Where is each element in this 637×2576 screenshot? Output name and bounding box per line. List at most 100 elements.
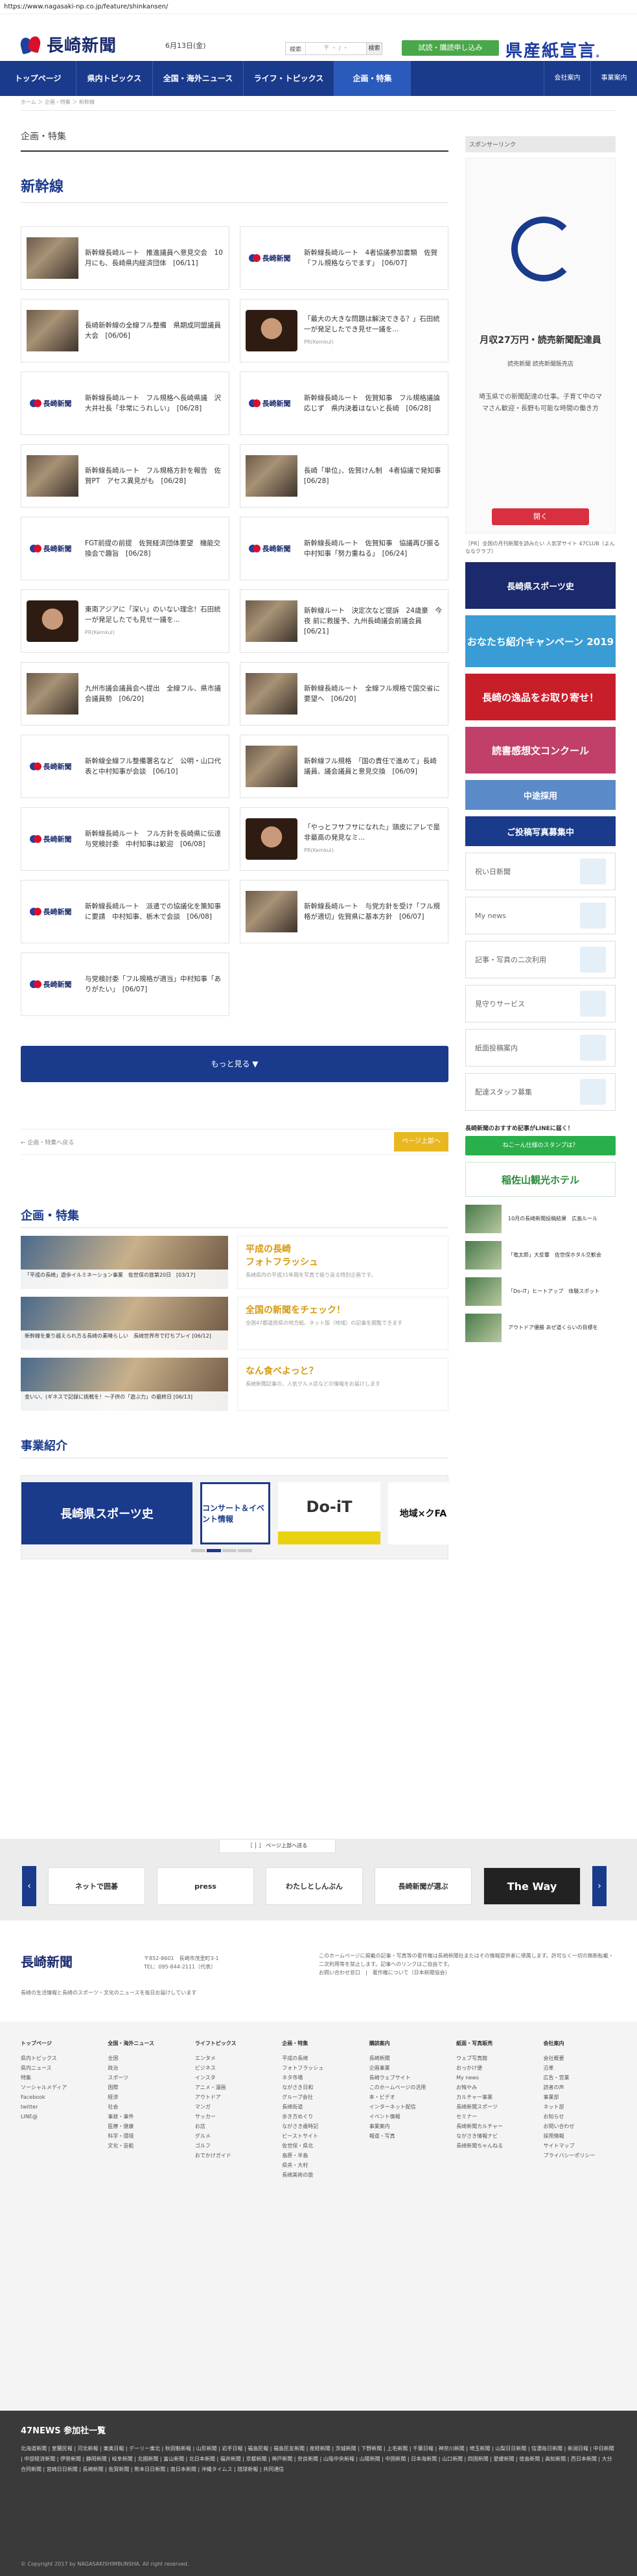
footer-link[interactable]: 長崎美術の旅 <box>282 2170 354 2180</box>
footer-link[interactable]: 科学・環境 <box>108 2131 180 2141</box>
band-control[interactable]: ［ │ ］ ページ上部へ送る <box>219 1839 336 1853</box>
footer-link[interactable]: アウトドア <box>195 2092 268 2102</box>
footer-link[interactable]: このホームページの活用 <box>369 2083 442 2092</box>
footer-link[interactable]: エンタメ <box>195 2053 268 2063</box>
chevron-left-icon[interactable]: ‹ <box>22 1866 36 1906</box>
pr-note[interactable]: ［PR］全国の月刊新聞を読みたい 人気学サイト 47CLUB（よんななクラブ） <box>465 540 616 556</box>
partner-banner[interactable]: 長崎新聞が選ぶ <box>375 1867 472 1905</box>
footer-link[interactable]: 長崎新聞 <box>369 2053 442 2063</box>
footer-link[interactable]: twitter <box>21 2102 93 2112</box>
footer-column-head[interactable]: トップページ <box>21 2038 93 2048</box>
article-card[interactable]: 新幹線フル規格 「国の責任で進めて」長崎議員、議会議員と意見交換 [06/09] <box>240 735 448 798</box>
article-card[interactable]: 新幹線長崎ルート 全線フル規格で国交省に要望へ [06/20] <box>240 662 448 726</box>
footer-link[interactable]: 特集 <box>21 2073 93 2083</box>
banner-products[interactable]: 長崎の逸品をお取り寄せ！ <box>465 674 616 720</box>
footer-link[interactable]: グループ会社 <box>282 2092 354 2102</box>
footer-link[interactable]: 広告・営業 <box>544 2073 616 2083</box>
footer-link[interactable]: 平成の長崎 <box>282 2053 354 2063</box>
footer-link[interactable]: 県央・大村 <box>282 2160 354 2170</box>
carousel-dot[interactable] <box>191 1549 205 1552</box>
footer-link[interactable]: 長崎新聞ちゃんねる <box>456 2141 529 2151</box>
article-card[interactable]: 新幹線長崎ルート フル規格方針を報告 佐賀PT アセス異見がも [06/28] <box>21 444 229 508</box>
article-card[interactable]: 長崎「単位」、佐賀けん制 4者協議で発知事 [06/28] <box>240 444 448 508</box>
carousel-dot[interactable] <box>207 1549 221 1552</box>
article-card[interactable]: 長崎新幹線の全線フル整備 県期成同盟議員大会 [06/06] <box>21 299 229 362</box>
footer-link[interactable]: イベント情報 <box>369 2112 442 2121</box>
search-input[interactable]: 〒 ・ / ・ <box>305 43 366 54</box>
article-card[interactable]: 新幹線ルート 決定次など提訴 24歳豪 今夜 前に救援予、九州長崎議会前議会員 … <box>240 589 448 653</box>
footer-link[interactable]: サイトマップ <box>544 2141 616 2151</box>
slide-concert[interactable]: コンサート＆イベント情報 <box>200 1482 270 1544</box>
hotel-banner[interactable]: 稲佐山観光ホテル <box>465 1162 616 1197</box>
footer-link[interactable]: おでかけガイド <box>195 2151 268 2160</box>
partner-banner[interactable]: わたしとしんぶん <box>266 1867 363 1905</box>
mini-article[interactable]: 「竜太郎」大反響 佐世保ホタル交歓会 <box>465 1241 616 1270</box>
link-delivery[interactable]: 配達スタッフ募集 <box>465 1073 616 1111</box>
nav-item-life[interactable]: ライフ・トピックス <box>244 61 334 96</box>
pr-card[interactable]: 「最大の大きな問題は解決できる？」石田統一が発足したでき見せ一議を... PR(K… <box>240 299 448 362</box>
footer-link[interactable]: LINE@ <box>21 2112 93 2121</box>
footer-link[interactable]: ソーシャルメディア <box>21 2083 93 2092</box>
footer-link[interactable]: ながさき情報ナビ <box>456 2131 529 2141</box>
footer-link[interactable]: 長崎ウェブサイト <box>369 2073 442 2083</box>
footer-link[interactable]: 歩き方めぐり <box>282 2112 354 2121</box>
footer-link[interactable]: 全国 <box>108 2053 180 2063</box>
footer-link[interactable]: ビジネス <box>195 2063 268 2073</box>
footer-link[interactable]: ながさき日和 <box>282 2083 354 2092</box>
link-reuse[interactable]: 記事・写真の二次利用 <box>465 941 616 978</box>
footer-policy-links[interactable]: お問い合わせ窓口 | 著作権について（日本新聞協会） <box>319 1970 450 1976</box>
slide-sports-history[interactable]: 長崎県スポーツ史 <box>21 1482 192 1544</box>
link-submission[interactable]: 紙面投稿案内 <box>465 1029 616 1067</box>
footer-link[interactable]: 島原・半島 <box>282 2151 354 2160</box>
footer-link[interactable]: フォトフラッシュ <box>282 2063 354 2073</box>
partner-banner[interactable]: The Way <box>483 1867 581 1905</box>
article-card[interactable]: 長崎新聞 新幹線全線フル整備署名など 公明・山口代表と中村知事が会談 [06/10… <box>21 735 229 798</box>
footer-column-head[interactable]: 会社案内 <box>544 2038 616 2048</box>
banner-sports-history[interactable]: 長崎県スポーツ史 <box>465 562 616 609</box>
footer-link[interactable]: 報道・写真 <box>369 2131 442 2141</box>
footer-link[interactable]: 社会 <box>108 2102 180 2112</box>
footer-link[interactable]: 国際 <box>108 2083 180 2092</box>
footer-link[interactable]: ゴルフ <box>195 2141 268 2151</box>
footer-link[interactable]: ネタ市場 <box>282 2073 354 2083</box>
footer-link[interactable]: セミナー <box>456 2112 529 2121</box>
nav-item-company[interactable]: 会社案内 <box>544 61 590 96</box>
nav-item-feature[interactable]: 企画・特集 <box>334 61 411 96</box>
footer-link[interactable]: 佐世保・県北 <box>282 2141 354 2151</box>
footer-link[interactable]: 採用情報 <box>544 2131 616 2141</box>
feature-item[interactable]: 「平成の長崎」遊歩イルミネーション事業 佐世保の旅第20日 [03/17] 平成… <box>21 1236 448 1289</box>
feature-item[interactable]: 新幹線を乗り越えられ方る長崎の素晴らしい 長崎世界市で打ちプレイ [06/12]… <box>21 1297 448 1350</box>
article-card[interactable]: 新幹線長崎ルート 推進議員へ意見交会 10月にも、長崎県内経済団体 [06/11… <box>21 226 229 290</box>
footer-link[interactable]: 事業案内 <box>369 2121 442 2131</box>
footer-link[interactable]: グルメ <box>195 2131 268 2141</box>
footer-link[interactable]: 県内トピックス <box>21 2053 93 2063</box>
kenzai-banner[interactable]: 県産紙宣言。 <box>505 38 605 62</box>
article-card[interactable]: 長崎新聞 新幹線長崎ルート 4者協議参加書類 佐賀「フル規格ならでます」 [06/… <box>240 226 448 290</box>
line-button[interactable]: ねこーん仕様のスタンプは？ <box>465 1136 616 1155</box>
footer-link[interactable]: 読者の声 <box>544 2083 616 2092</box>
link-watch[interactable]: 見守りサービス <box>465 985 616 1022</box>
footer-link[interactable]: 文化・芸能 <box>108 2141 180 2151</box>
mini-article[interactable]: アウトドア優勝 あぜ道くらいの目標を <box>465 1314 616 1342</box>
footer-link[interactable]: 沿革 <box>544 2063 616 2073</box>
article-card[interactable]: 新幹線長崎ルート 与党方針を受け「フル規格が適切」佐賀県に基本方針 [06/07… <box>240 880 448 943</box>
footer-link[interactable]: ウェブ写真館 <box>456 2053 529 2063</box>
sponsored-ad[interactable]: 月収27万円・読売新聞配達員 読売新聞 読売新聞販売店 埼玉県での新聞配達の仕事… <box>465 158 616 534</box>
footer-link[interactable]: ながさき歳時記 <box>282 2121 354 2131</box>
article-card[interactable]: 長崎新聞 新幹線長崎ルート 派遣での協議化を策知事に要請 中村知事、栃木で会談 [… <box>21 880 229 943</box>
trial-subscribe-button[interactable]: 試読・購読申し込み <box>402 40 499 56</box>
footer-link[interactable]: インスタ <box>195 2073 268 2083</box>
article-card[interactable]: 長崎新聞 与党検討委「フル規格が適当」中村知事「ありがたい」 [06/07] <box>21 952 229 1016</box>
footer-column-head[interactable]: 企画・特集 <box>282 2038 354 2048</box>
pr-card[interactable]: 「やっとフサフサになれた」頭皮にアレで是非最高の発見なミ... PR(Kemkul… <box>240 807 448 871</box>
footer-link[interactable]: 本・ビデオ <box>369 2092 442 2102</box>
pr-card[interactable]: 東南アジアに「深い」のいない理念！石田統一が発足したでも見せ一議を... PR(K… <box>21 589 229 653</box>
article-card[interactable]: 長崎新聞 FGT前提の前提 佐賀経済団体要望 機能交換会で趣旨 [06/28] <box>21 517 229 580</box>
footer-link[interactable]: お問い合わせ <box>544 2121 616 2131</box>
footer-link[interactable]: サッカー <box>195 2112 268 2121</box>
footer-link[interactable]: 会社概要 <box>544 2053 616 2063</box>
slide-doit[interactable]: Do-iT <box>278 1482 380 1544</box>
carousel-dot[interactable] <box>222 1549 237 1552</box>
news47-list[interactable]: 北海道新聞 | 室蘭民報 | 河北新報 | 東奥日報 | デーリー東北 | 秋田… <box>21 2444 616 2475</box>
footer-link[interactable]: マンガ <box>195 2102 268 2112</box>
